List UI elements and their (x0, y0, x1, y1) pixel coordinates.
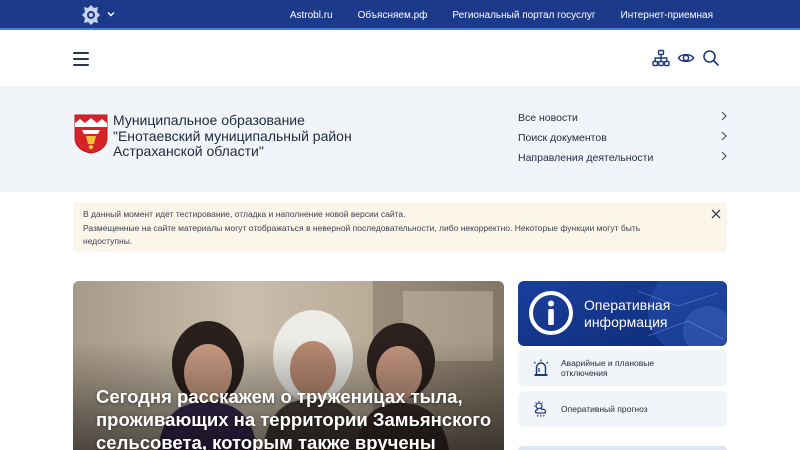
search-icon[interactable] (702, 49, 720, 67)
top-link-gosuslugi[interactable]: Региональный портал госуслуг (452, 10, 595, 21)
quick-links: Все новости Поиск документов Направления… (518, 110, 728, 170)
notice-text: В данный момент идет тестирование, отлад… (83, 209, 406, 219)
organization-name-line: Астраханской области" (113, 143, 264, 159)
menu-icon[interactable] (73, 52, 89, 66)
eye-icon[interactable] (677, 49, 695, 67)
top-links: Astrobl.ru Объясняем.рф Региональный пор… (290, 0, 713, 30)
hero-news-title-line: проживающих на территории Замьянского (96, 409, 492, 430)
coat-of-arms-icon[interactable] (74, 114, 108, 154)
next-service-card[interactable] (518, 446, 727, 450)
top-link-reception[interactable]: Интернет-приемная (621, 10, 713, 21)
service-label-line: Оперативный прогноз (561, 404, 648, 414)
chevron-right-icon (721, 151, 727, 161)
quick-link-all-news[interactable]: Все новости (518, 110, 728, 130)
quick-link-activities[interactable]: Направления деятельности (518, 150, 728, 170)
notice-text: недоступны. (83, 236, 133, 246)
sitemap-icon[interactable] (652, 49, 670, 67)
operative-info-banner[interactable]: Оперативная информация (518, 281, 727, 346)
organization-name[interactable]: Муниципальное образование "Енотаевский м… (113, 112, 433, 160)
operative-info-title: Оперативная информация (584, 297, 670, 331)
service-outages[interactable]: Аварийные и плановые отключения (518, 350, 727, 386)
service-label: Оперативный прогноз (561, 404, 648, 414)
hero-news-title-line: Сегодня расскажем о труженицах тыла, (96, 386, 463, 407)
quick-link-label: Направления деятельности (518, 152, 654, 164)
testing-notice: В данный момент идет тестирование, отлад… (73, 202, 727, 252)
notice-text: Размещенные на сайте материалы могут ото… (83, 222, 641, 233)
quick-link-documents[interactable]: Поиск документов (518, 130, 728, 150)
hero-news-card[interactable]: Сегодня расскажем о труженицах тыла, про… (73, 281, 504, 450)
service-label-line: Аварийные и плановые (561, 358, 655, 368)
quick-link-label: Поиск документов (518, 132, 607, 144)
operative-info-line: Оперативная (584, 297, 671, 313)
russia-emblem-icon[interactable] (80, 3, 102, 27)
siren-icon (533, 359, 549, 376)
top-link-obyasnyaem[interactable]: Объясняем.рф (358, 10, 428, 21)
service-label-line: отключения (561, 368, 608, 378)
info-icon (529, 291, 573, 335)
chevron-right-icon (721, 111, 727, 121)
organization-name-line: "Енотаевский муниципальный район (113, 127, 352, 144)
weather-icon (534, 401, 547, 417)
hero-news-title[interactable]: Сегодня расскажем о труженицах тыла, про… (96, 385, 496, 450)
hero-news-title-line: сельсовета, которым также вручены (96, 432, 436, 450)
quick-link-label: Все новости (518, 112, 578, 124)
service-forecast[interactable]: Оперативный прогноз (518, 391, 727, 427)
service-label: Аварийные и плановые отключения (561, 358, 654, 378)
operative-info-line: информация (584, 314, 668, 330)
top-link-astrobl[interactable]: Astrobl.ru (290, 10, 333, 21)
chevron-right-icon (721, 131, 727, 141)
close-icon[interactable] (711, 209, 721, 219)
organization-name-line: Муниципальное образование (113, 112, 305, 128)
chevron-down-icon[interactable] (106, 9, 116, 19)
